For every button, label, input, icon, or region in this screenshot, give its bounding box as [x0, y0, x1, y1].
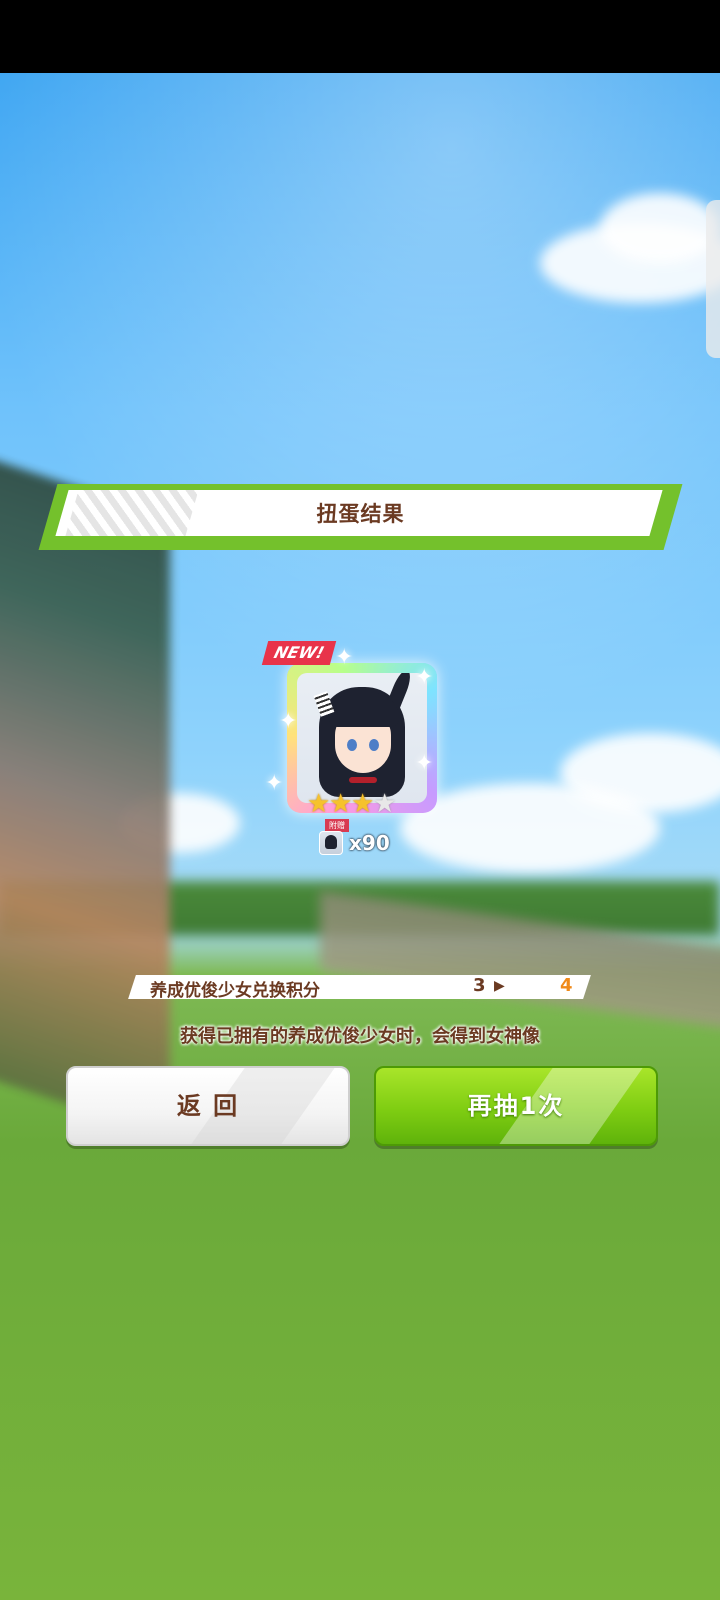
- points-old-value: 3: [473, 975, 486, 996]
- draw-again-button-label: 再抽1次: [467, 1092, 565, 1120]
- character-portrait: [297, 673, 427, 803]
- portrait-eye: [369, 739, 379, 751]
- draw-again-button[interactable]: 再抽1次: [374, 1066, 658, 1146]
- bonus-count: x90: [349, 831, 390, 855]
- points-label: 养成优俊少女兑换积分: [150, 981, 320, 1001]
- portrait-bangs: [329, 693, 399, 727]
- star-icon: ★: [351, 789, 375, 819]
- sparkle-icon: ✦: [415, 665, 434, 690]
- goddess-statue-icon: [319, 831, 343, 855]
- star-icon: ★: [307, 789, 331, 819]
- sparkle-icon: ✦: [415, 751, 434, 776]
- portrait-ribbon: [313, 691, 335, 717]
- back-button-label: 返 回: [176, 1092, 240, 1120]
- rarity-stars: ★ ★ ★ ★: [307, 791, 407, 817]
- sparkle-icon: ✦: [335, 645, 354, 670]
- exchange-points-bar: 养成优俊少女兑换积分 3 ▶ 4: [128, 975, 591, 1001]
- result-title-banner: 扭蛋结果: [38, 484, 683, 550]
- star-icon: ★: [329, 789, 353, 819]
- sparkle-icon: ✦: [265, 771, 284, 796]
- portrait-eye: [347, 739, 357, 751]
- arrow-right-icon: ▶: [494, 978, 505, 994]
- result-card[interactable]: NEW! ✦ ✦ ✦ ✦ ✦ ★ ★ ★ ★ 附赠 x90: [261, 641, 445, 871]
- page-title: 扭蛋结果: [316, 502, 405, 526]
- sparkle-icon: ✦: [279, 709, 298, 734]
- points-new-value: 4: [560, 975, 573, 996]
- portrait-choker: [349, 777, 377, 783]
- star-icon: ★: [373, 789, 397, 819]
- status-bar: [0, 0, 720, 73]
- cloud: [600, 193, 720, 263]
- back-button[interactable]: 返 回: [66, 1066, 350, 1146]
- new-badge: NEW!: [261, 641, 337, 665]
- info-text: 获得已拥有的养成优俊少女时，会得到女神像: [180, 1026, 540, 1047]
- side-handle[interactable]: [706, 200, 720, 358]
